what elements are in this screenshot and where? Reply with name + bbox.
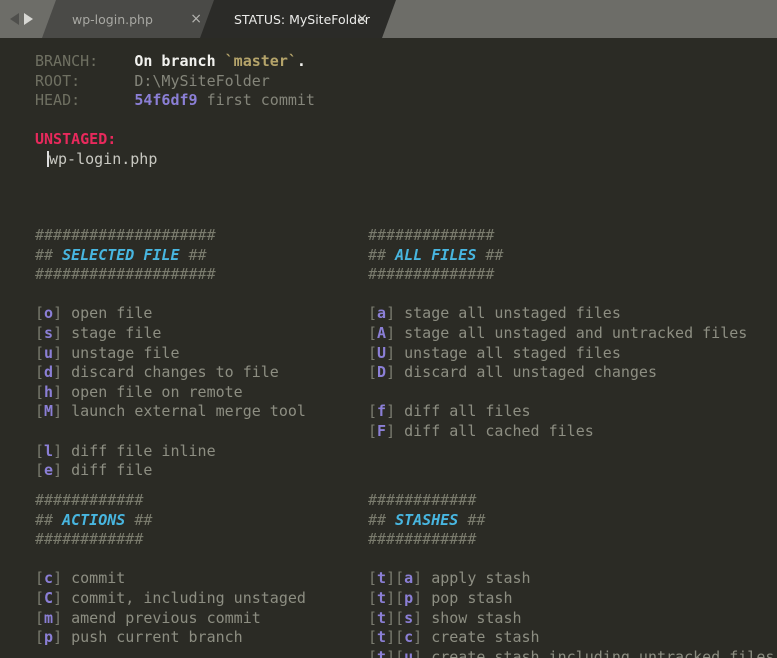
branch-prefix: On branch	[134, 52, 225, 70]
unstaged-file-name: wp-login.php	[49, 150, 158, 168]
stashes-command-tc[interactable]: [t][c] create stash	[368, 628, 540, 648]
git-status-terminal: BRANCH: On branch `master`. ROOT: D:\MyS…	[0, 38, 777, 658]
close-icon[interactable]: ×	[190, 12, 202, 26]
all-files-command-F[interactable]: [F] diff all cached files	[368, 422, 594, 442]
stashes-rule-bottom: ############	[368, 530, 477, 549]
selected-file-command-d[interactable]: [d] discard changes to file	[35, 363, 279, 383]
actions-command-p[interactable]: [p] push current branch	[35, 628, 243, 648]
tab-bar: wp-login.php × STATUS: MySiteFolder ×	[0, 0, 777, 38]
all-files-command-a[interactable]: [a] stage all unstaged files	[368, 304, 621, 324]
head-message: first commit	[206, 91, 315, 110]
selected-file-command-u[interactable]: [u] unstage file	[35, 344, 180, 364]
head-row: HEAD: 54f6df9 first commit	[35, 91, 315, 111]
stashes-command-tp[interactable]: [t][p] pop stash	[368, 589, 513, 609]
branch-name: `master`	[224, 52, 297, 70]
tab-wp-login[interactable]: wp-login.php ×	[42, 0, 228, 38]
head-hash: 54f6df9	[134, 91, 198, 110]
stashes-rule-top: ############	[368, 491, 477, 509]
all-files-rule-bottom: ##############	[368, 265, 495, 284]
stashes-heading: ## STASHES ##	[368, 510, 486, 529]
stashes-command-ta[interactable]: [t][a] apply stash	[368, 569, 531, 589]
unstaged-title: UNSTAGED:	[35, 130, 117, 149]
all-files-heading: ## ALL FILES ##	[368, 245, 504, 264]
actions-rule-top: ############	[35, 491, 144, 509]
selected-file-rule-top: ####################	[35, 226, 216, 244]
selected-file-rule-bottom: ####################	[35, 265, 216, 284]
selected-file-command-s[interactable]: [s] stage file	[35, 324, 161, 344]
branch-suffix: .	[296, 52, 306, 70]
actions-heading: ## ACTIONS ##	[35, 510, 153, 529]
all-files-command-U[interactable]: [U] unstage all staged files	[368, 344, 621, 364]
stashes-command-tu[interactable]: [t][u] create stash including untracked …	[368, 648, 774, 658]
all-files-command-A[interactable]: [A] stage all unstaged and untracked fil…	[368, 324, 747, 344]
actions-command-C[interactable]: [C] commit, including unstaged	[35, 589, 306, 609]
actions-command-m[interactable]: [m] amend previous commit	[35, 609, 261, 629]
selected-file-command-h[interactable]: [h] open file on remote	[35, 383, 243, 403]
root-label: ROOT:	[35, 71, 81, 90]
actions-rule-bottom: ############	[35, 530, 144, 549]
actions-command-c[interactable]: [c] commit	[35, 569, 125, 589]
root-value: D:\MySiteFolder	[134, 71, 270, 90]
selected-file-command-M[interactable]: [M] launch external merge tool	[35, 402, 306, 422]
selected-file-command-e[interactable]: [e] diff file	[35, 461, 152, 481]
all-files-command-f[interactable]: [f] diff all files	[368, 402, 531, 422]
stashes-command-ts[interactable]: [t][s] show stash	[368, 609, 522, 629]
head-label: HEAD:	[35, 91, 81, 110]
arrow-right-icon[interactable]	[24, 13, 33, 25]
tab-label: STATUS: MySiteFolder	[234, 11, 370, 27]
selected-file-command-o[interactable]: [o] open file	[35, 304, 152, 324]
unstaged-file-item[interactable]: wp-login.php	[47, 150, 157, 170]
branch-label: BRANCH:	[35, 52, 99, 70]
selected-file-command-l[interactable]: [l] diff file inline	[35, 442, 216, 462]
close-icon[interactable]: ×	[356, 12, 368, 26]
branch-row: BRANCH: On branch `master`.	[35, 52, 306, 72]
tab-nav-arrows	[10, 0, 33, 38]
all-files-command-D[interactable]: [D] discard all unstaged changes	[368, 363, 657, 383]
tab-status-mysitefolder[interactable]: STATUS: MySiteFolder ×	[200, 0, 396, 38]
all-files-rule-top: ##############	[368, 226, 495, 244]
tab-label: wp-login.php	[72, 11, 153, 27]
root-row: ROOT: D:\MySiteFolder	[35, 72, 270, 92]
arrow-left-icon[interactable]	[10, 13, 19, 25]
selected-file-heading: ## SELECTED FILE ##	[35, 245, 207, 264]
